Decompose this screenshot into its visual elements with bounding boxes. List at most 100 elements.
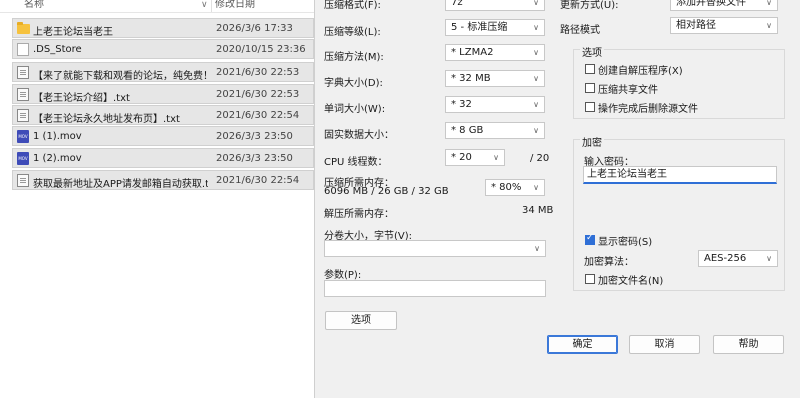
chevron-down-icon[interactable]: ∨ [201,0,208,10]
compression-level-label: 压缩等级(L): [324,27,381,38]
word-size-value: * 32 [451,99,472,110]
file-date: 2021/6/30 22:53 [216,67,300,78]
ok-button[interactable]: 确定 [547,335,618,354]
help-button[interactable]: 帮助 [713,335,784,354]
file-row[interactable]: 1 (2).mov 2026/3/3 23:50 [12,148,314,168]
file-row[interactable]: 上老王论坛当老王 2026/3/6 17:33 [12,18,314,38]
chevron-down-icon: ∨ [534,244,540,253]
options-group-title: 选项 [580,44,604,59]
shared-files-checkbox[interactable] [585,83,595,93]
word-size-label: 单词大小(W): [324,104,386,115]
update-mode-select[interactable]: 添加并替换文件 ∨ [670,0,778,11]
encrypt-names-checkbox[interactable] [585,274,595,284]
delete-after-checkbox[interactable] [585,102,595,112]
file-date: 2020/10/15 23:36 [216,44,306,55]
file-name: .DS_Store [33,44,82,55]
memory-compress-detail: 6096 MB / 26 GB / 32 GB [324,186,449,197]
parameters-input[interactable] [324,280,546,297]
path-mode-select[interactable]: 相对路径 ∨ [670,17,778,34]
column-header-date[interactable]: 修改日期 [215,0,255,12]
encryption-method-select[interactable]: AES-256 ∨ [698,250,778,267]
add-to-archive-dialog: 压缩格式(F): 7z ∨ 压缩等级(L): 5 - 标准压缩 ∨ 压缩方法(M… [314,0,800,398]
sfx-checkbox[interactable] [585,64,595,74]
file-date: 2026/3/6 17:33 [216,23,293,34]
options-button[interactable]: 选项 [325,311,397,330]
cancel-button[interactable]: 取消 [629,335,700,354]
chevron-down-icon: ∨ [766,254,772,263]
file-name: 【来了就能下载和观看的论坛，纯免费！... [33,71,208,82]
compression-level-select[interactable]: 5 - 标准压缩 ∨ [445,19,545,36]
chevron-down-icon: ∨ [766,21,772,30]
archive-format-select[interactable]: 7z ∨ [445,0,545,11]
update-mode-label: 更新方式(U): [560,0,619,11]
split-volume-combo[interactable]: ∨ [324,240,546,257]
chevron-down-icon: ∨ [533,74,539,83]
text-file-icon [17,109,29,122]
file-explorer-list: 名称 ∨ 修改日期 上老王论坛当老王 2026/3/6 17:33 .DS_St… [0,0,314,398]
text-file-icon [17,66,29,79]
folder-icon [17,22,30,34]
header-divider [0,12,314,13]
chevron-down-icon: ∨ [766,0,772,7]
file-name: 上老王论坛当老王 [33,27,113,38]
chevron-down-icon: ∨ [533,126,539,135]
column-header-name[interactable]: 名称 [24,0,44,12]
file-name: 1 (2).mov [33,153,82,164]
solid-block-label: 固实数据大小： [324,130,394,141]
file-name: 获取最新地址及APP请发邮箱自动获取.txt [33,179,208,190]
video-file-icon [17,152,29,165]
update-mode-value: 添加并替换文件 [676,0,746,8]
file-row[interactable]: 【来了就能下载和观看的论坛，纯免费！... 2021/6/30 22:53 [12,62,314,82]
cpu-threads-select[interactable]: * 20 ∨ [445,149,505,166]
compression-method-label: 压缩方法(M): [324,52,384,63]
cpu-threads-max: / 20 [530,153,550,164]
show-password-label: 显示密码(S) [598,237,653,248]
encryption-method-label: 加密算法： [584,257,634,268]
text-file-icon [17,88,29,101]
chevron-down-icon: ∨ [533,23,539,32]
shared-files-label: 压缩共享文件 [598,85,658,96]
file-name: 1 (1).mov [33,131,82,142]
file-date: 2026/3/3 23:50 [216,131,293,142]
memory-percent-select[interactable]: * 80% ∨ [485,179,545,196]
solid-block-value: * 8 GB [451,125,484,136]
show-password-checkbox[interactable] [585,233,595,245]
encryption-method-value: AES-256 [704,253,747,264]
chevron-down-icon: ∨ [533,48,539,57]
compression-method-select[interactable]: * LZMA2 ∨ [445,44,545,61]
file-date: 2026/3/3 23:50 [216,153,293,164]
chevron-down-icon: ∨ [533,0,539,7]
cpu-threads-label: CPU 线程数： [324,157,388,168]
file-row[interactable]: 【老王论坛永久地址发布页】.txt 2021/6/30 22:54 [12,105,314,125]
path-mode-value: 相对路径 [676,20,716,31]
file-row[interactable]: 【老王论坛介绍】.txt 2021/6/30 22:53 [12,84,314,104]
file-name: 【老王论坛永久地址发布页】.txt [33,114,180,125]
sfx-label: 创建自解压程序(X) [598,66,683,77]
chevron-down-icon: ∨ [533,100,539,109]
password-input[interactable]: 上老王论坛当老王 [583,166,777,184]
memory-percent-value: * 80% [491,182,522,193]
chevron-down-icon: ∨ [493,153,499,162]
archive-format-label: 压缩格式(F): [324,0,381,11]
solid-block-select[interactable]: * 8 GB ∨ [445,122,545,139]
delete-after-label: 操作完成后删除源文件 [598,104,698,115]
file-row[interactable]: 获取最新地址及APP请发邮箱自动获取.txt 2021/6/30 22:54 [12,170,314,190]
word-size-select[interactable]: * 32 ∨ [445,96,545,113]
encryption-group-title: 加密 [580,134,604,149]
encryption-group: 加密 输入密码： 上老王论坛当老王 显示密码(S) 加密算法： AES-256 … [573,134,785,291]
path-mode-label: 路径模式 [560,25,600,36]
video-file-icon [17,130,29,143]
memory-decompress-label: 解压所需内存： [324,209,394,220]
memory-decompress-value: 34 MB [522,205,554,216]
column-divider[interactable] [211,0,212,12]
file-row[interactable]: 1 (1).mov 2026/3/3 23:50 [12,126,314,146]
parameters-label: 参数(P): [324,270,362,281]
chevron-down-icon: ∨ [533,183,539,192]
archive-format-value: 7z [451,0,463,8]
file-row[interactable]: .DS_Store 2020/10/15 23:36 [12,39,314,59]
dictionary-size-select[interactable]: * 32 MB ∨ [445,70,545,87]
file-date: 2021/6/30 22:54 [216,175,300,186]
text-file-icon [17,174,29,187]
blank-file-icon [17,43,29,56]
options-group: 选项 创建自解压程序(X) 压缩共享文件 操作完成后删除源文件 [573,44,785,119]
